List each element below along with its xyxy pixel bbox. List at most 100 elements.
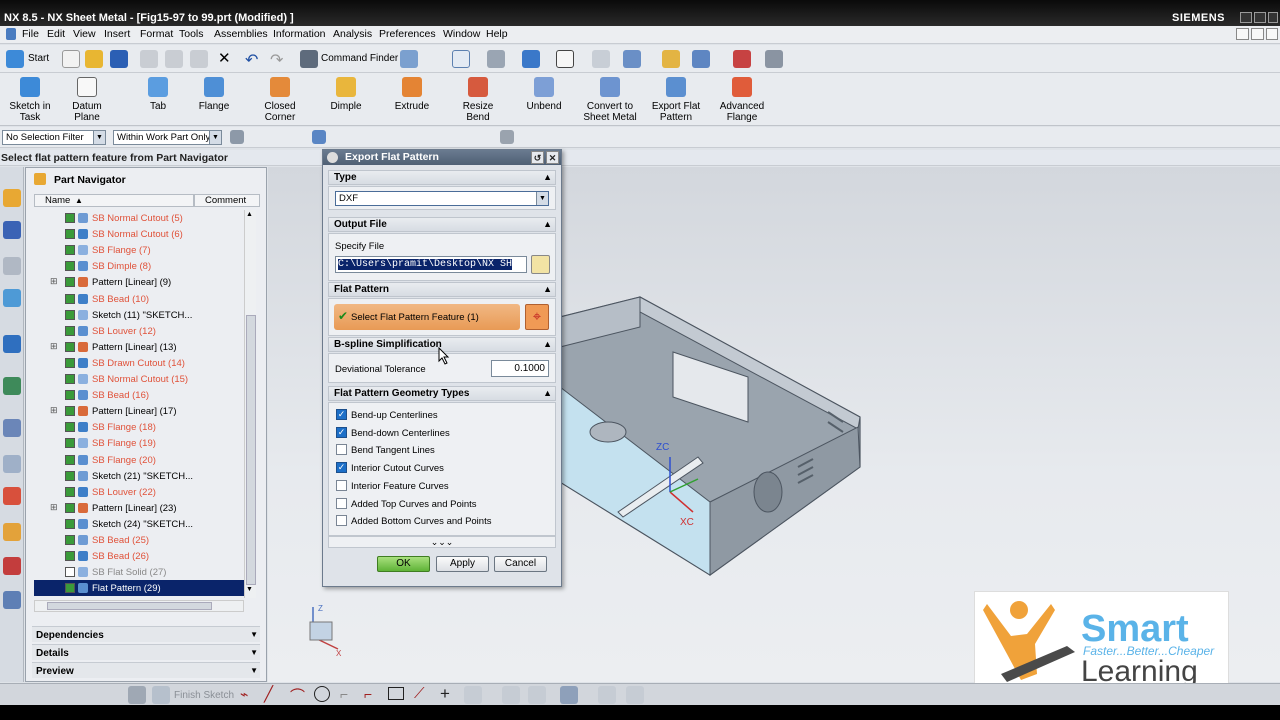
clock-icon[interactable] — [3, 419, 21, 437]
tree-row[interactable]: Flat Pattern (29) — [34, 580, 244, 597]
menu-tools[interactable]: Tools — [179, 28, 204, 40]
menu-analysis[interactable]: Analysis — [333, 28, 372, 40]
datum-plane-button[interactable]: Datum Plane — [66, 77, 108, 123]
visibility-checkbox[interactable] — [65, 293, 75, 304]
menu-information[interactable]: Information — [273, 28, 326, 40]
navigator-vertical-scrollbar[interactable]: ▲ ▼ — [244, 210, 256, 598]
flange-button[interactable]: Flange — [196, 77, 232, 112]
tree-row[interactable]: SB Normal Cutout (5) — [34, 210, 244, 226]
fit-view-icon[interactable] — [452, 50, 470, 68]
preview-section[interactable]: Preview ▼ — [32, 662, 260, 678]
assembly-navigator-tab-icon[interactable] — [3, 221, 21, 239]
arc-icon[interactable]: ⌒ — [290, 685, 305, 706]
select-tool-icon[interactable] — [230, 130, 244, 144]
menu-view[interactable]: View — [73, 28, 96, 40]
geometry-option-checkbox[interactable]: ✓ — [336, 462, 347, 474]
layout-icon[interactable] — [400, 50, 418, 68]
scroll-up-icon[interactable]: ▲ — [246, 211, 253, 218]
finish-sketch-button[interactable]: Finish Sketch — [174, 690, 234, 701]
tree-row[interactable]: SB Dimple (8) — [34, 258, 244, 274]
constraint-navigator-tab-icon[interactable] — [3, 257, 21, 275]
profile-icon[interactable]: ⌁ — [240, 686, 248, 703]
new-file-icon[interactable] — [62, 50, 80, 68]
expand-icon[interactable]: ⊞ — [50, 276, 58, 287]
tree-row[interactable]: Sketch (11) "SKETCH... — [34, 307, 244, 323]
start-button[interactable]: Start — [28, 53, 49, 64]
circle-icon[interactable] — [314, 686, 330, 702]
roles-tab-icon[interactable] — [3, 523, 21, 541]
export-flat-pattern-button[interactable]: Export Flat Pattern — [650, 77, 702, 123]
resize-bend-button[interactable]: Resize Bend — [457, 77, 499, 123]
menu-format[interactable]: Format — [140, 28, 173, 40]
visibility-checkbox[interactable] — [65, 567, 75, 578]
measure-icon[interactable] — [765, 50, 783, 68]
geometry-option-checkbox[interactable] — [336, 497, 347, 509]
rectangle-icon[interactable] — [388, 687, 404, 700]
system-materials-tab-icon[interactable] — [3, 455, 21, 473]
dependencies-section[interactable]: Dependencies ▼ — [32, 626, 260, 642]
dimension-icon[interactable] — [560, 686, 578, 704]
doc-minimize-icon[interactable] — [1236, 28, 1249, 40]
visibility-checkbox[interactable] — [65, 406, 75, 417]
crosshair-select-icon[interactable]: ⌖ — [525, 304, 549, 330]
doc-restore-icon[interactable] — [1251, 28, 1264, 40]
tab-button[interactable]: Tab — [143, 77, 173, 112]
redo-icon[interactable]: ↷ — [270, 50, 283, 70]
minimize-icon[interactable] — [1240, 12, 1252, 23]
tree-row[interactable]: SB Flange (7) — [34, 242, 244, 258]
close-icon[interactable] — [1268, 12, 1278, 23]
apply-button[interactable]: Apply — [436, 556, 489, 572]
menu-help[interactable]: Help — [486, 28, 508, 40]
fillet-icon[interactable]: ⌐ — [340, 686, 348, 702]
analysis-icon[interactable] — [733, 50, 751, 68]
menu-insert[interactable]: Insert — [104, 28, 130, 40]
web-browser-tab-icon[interactable] — [3, 335, 21, 353]
convert-to-sheet-metal-button[interactable]: Convert to Sheet Metal — [582, 77, 638, 123]
sketch-in-task-button[interactable]: Sketch in Task — [4, 77, 56, 123]
polygon-icon[interactable]: ⟋ — [414, 685, 425, 702]
shaded-view-icon[interactable] — [522, 50, 540, 68]
tree-row[interactable]: Sketch (24) "SKETCH... — [34, 516, 244, 532]
manufacturing-wizard-tab-icon[interactable] — [3, 591, 21, 609]
sketch-handle-icon[interactable] — [128, 686, 146, 704]
output-file-section-header[interactable]: Output File ▲ — [328, 217, 556, 232]
navigator-horizontal-scrollbar[interactable] — [34, 600, 244, 612]
visibility-checkbox[interactable] — [65, 470, 75, 481]
snap-point-icon[interactable] — [500, 130, 514, 144]
geometry-option-checkbox[interactable]: ✓ — [336, 409, 347, 420]
menu-assemblies[interactable]: Assemblies — [214, 28, 268, 40]
selection-filter-dropdown[interactable]: No Selection Filter ▼ — [2, 130, 106, 145]
scope-dropdown[interactable]: Within Work Part Only ▼ — [113, 130, 222, 145]
visibility-checkbox[interactable] — [65, 502, 75, 513]
paste-icon[interactable] — [190, 50, 208, 68]
geometry-option-checkbox[interactable] — [336, 515, 347, 527]
visibility-checkbox[interactable] — [65, 454, 75, 465]
start-icon[interactable] — [6, 50, 24, 68]
tree-row[interactable]: SB Louver (22) — [34, 484, 244, 500]
tree-row[interactable]: SB Normal Cutout (15) — [34, 371, 244, 387]
visibility-checkbox[interactable] — [65, 486, 75, 497]
trim-icon[interactable] — [502, 686, 520, 704]
advanced-flange-button[interactable]: Advanced Flange — [716, 77, 768, 123]
more-options-icon[interactable]: ⌄⌄⌄ — [328, 536, 556, 548]
visibility-checkbox[interactable] — [65, 438, 75, 449]
flat-pattern-section-header[interactable]: Flat Pattern ▲ — [328, 282, 556, 297]
file-path-input[interactable]: C:\Users\pramit\Desktop\NX SH — [335, 256, 527, 273]
geometry-types-section-header[interactable]: Flat Pattern Geometry Types ▲ — [328, 386, 556, 401]
expand-icon[interactable]: ⊞ — [50, 341, 58, 352]
copy-icon[interactable] — [165, 50, 183, 68]
details-section[interactable]: Details ▼ — [32, 644, 260, 660]
nx-app-icon[interactable] — [6, 28, 16, 40]
finish-sketch-icon[interactable] — [152, 686, 170, 704]
open-folder-icon[interactable] — [85, 50, 103, 68]
tree-row[interactable]: SB Bead (26) — [34, 548, 244, 564]
chamfer-icon[interactable]: ⌐ — [364, 686, 372, 702]
visibility-checkbox[interactable] — [65, 341, 75, 352]
extrude-button[interactable]: Extrude — [392, 77, 432, 112]
menu-window[interactable]: Window — [443, 28, 480, 40]
tree-row[interactable]: ⊞ Pattern [Linear] (13) — [34, 339, 244, 355]
cancel-button[interactable]: Cancel — [494, 556, 547, 572]
visibility-checkbox[interactable] — [65, 245, 75, 256]
visibility-checkbox[interactable] — [65, 309, 75, 320]
tree-row[interactable]: SB Bead (16) — [34, 387, 244, 403]
